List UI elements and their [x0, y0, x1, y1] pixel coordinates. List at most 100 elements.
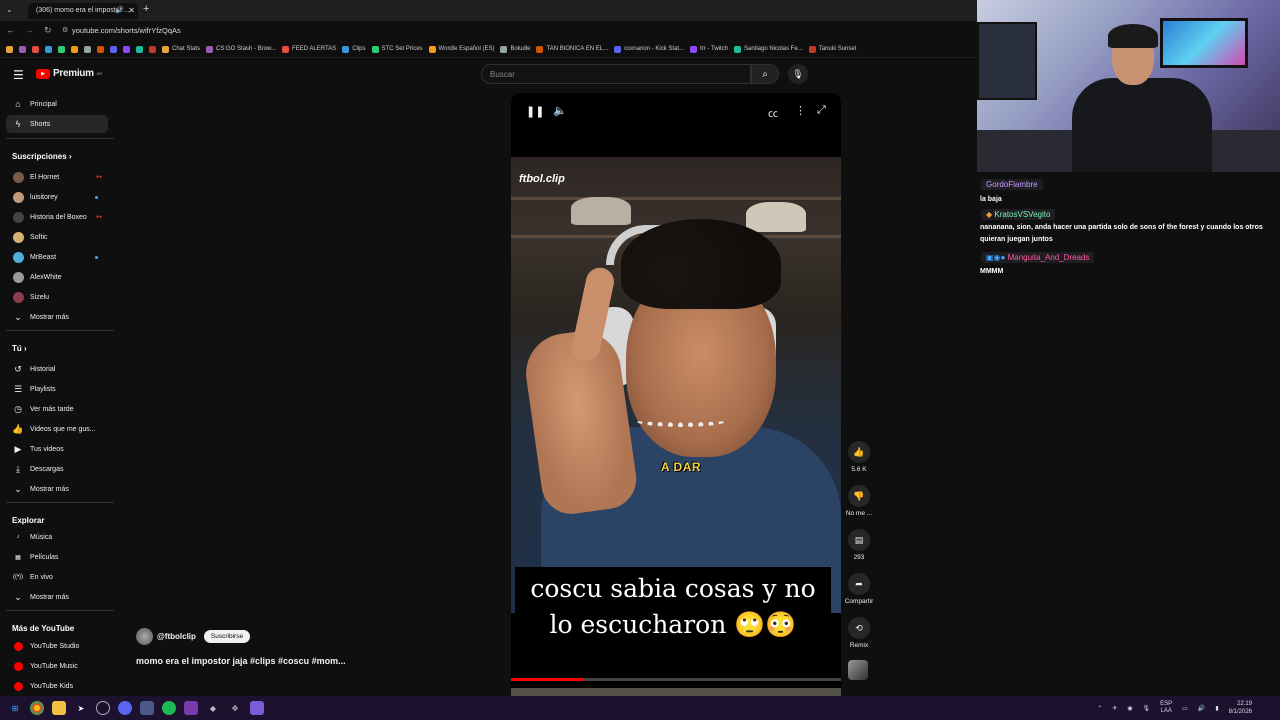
sidebar-item[interactable]: Softic — [6, 228, 108, 246]
sidebar-item[interactable]: Historia del Boxeo ●● — [6, 208, 108, 226]
app-icon[interactable]: ◆ — [206, 701, 220, 715]
spotify-icon[interactable] — [162, 701, 176, 715]
obs-icon[interactable] — [96, 701, 110, 715]
bookmark-icon[interactable] — [110, 45, 117, 53]
sidebar-item[interactable]: ⌄ Mostrar más — [6, 308, 108, 326]
short-video-player[interactable]: ❚❚ 🔈 ㏄ ⋮ ⤢ ftbol.clip A DAR coscu sabia … — [511, 93, 841, 696]
sidebar-item[interactable]: ⌂ Principal — [6, 95, 108, 113]
url-field[interactable]: youtube.com/shorts/wifrYfzQqAs — [72, 26, 181, 35]
bookmark-item[interactable]: coxnanon - Kick Stat... — [614, 45, 684, 53]
sidebar-item[interactable]: ⌄ Mostrar más — [6, 588, 108, 606]
subscribe-button[interactable]: Suscribirse — [203, 630, 251, 643]
bookmark-icon[interactable] — [45, 45, 52, 53]
volume-icon[interactable]: 🔈 — [553, 104, 567, 117]
search-input[interactable]: Buscar — [481, 64, 751, 84]
bookmark-icon[interactable] — [6, 45, 13, 53]
bookmark-item[interactable]: Chat Stats — [162, 45, 200, 53]
bookmark-icon[interactable] — [32, 45, 39, 53]
short-title[interactable]: momo era el impostor jaja #clips #coscu … — [136, 656, 346, 666]
bookmark-item[interactable]: Boludle — [500, 45, 530, 53]
back-icon[interactable]: ← — [6, 25, 15, 35]
bookmark-icon[interactable] — [58, 45, 65, 53]
browser-tab[interactable]: (306) momo era el impostor ... 🔊 ✕ — [28, 3, 138, 19]
sidebar-item[interactable]: ☰ Playlists — [6, 380, 108, 398]
tab-list-icon[interactable]: ⌄ — [6, 5, 13, 14]
forward-icon[interactable]: → — [25, 25, 34, 35]
sidebar-item[interactable]: ⌄ Mostrar más — [6, 480, 108, 498]
sidebar-item[interactable]: ♪ Música — [6, 528, 108, 546]
sidebar-item[interactable]: ⤓ Descargas — [6, 460, 108, 478]
gamepad-icon[interactable]: ✥ — [228, 701, 242, 715]
search-button[interactable]: ⌕ — [751, 64, 779, 84]
sidebar-item[interactable]: luisitorey — [6, 188, 108, 206]
chrome-icon[interactable] — [30, 701, 44, 715]
app-icon[interactable]: ➤ — [74, 701, 88, 715]
close-tab-icon[interactable]: ✕ — [128, 3, 135, 19]
channel-avatar[interactable] — [136, 628, 153, 645]
sidebar-item[interactable]: ↺ Historial — [6, 360, 108, 378]
pause-icon[interactable]: ❚❚ — [526, 105, 544, 118]
bookmark-icon[interactable] — [84, 45, 91, 53]
fullscreen-icon[interactable]: ⤢ — [817, 104, 826, 117]
volume-tray-icon[interactable]: 🔊 — [1198, 705, 1205, 712]
tray-arrow-icon[interactable]: ⌃ — [1097, 705, 1102, 712]
sidebar-item[interactable]: 👍 Videos que me gus... — [6, 420, 108, 438]
bookmark-item[interactable]: trr - Twitch — [690, 45, 728, 53]
bookmark-icon[interactable] — [97, 45, 104, 53]
bookmark-icon[interactable] — [136, 45, 143, 53]
bookmark-item[interactable]: TAN BIONICA EN EL... — [536, 45, 608, 53]
sidebar-item[interactable]: El Hornet ●● — [6, 168, 108, 186]
remix-button[interactable]: ⟲ Remix — [842, 617, 876, 649]
more-youtube-header[interactable]: Más de YouTube — [12, 624, 74, 633]
bookmark-icon[interactable] — [149, 45, 156, 53]
tray-app-icon[interactable]: ◉ — [1127, 705, 1132, 712]
comment-button[interactable]: ▤ 293 — [842, 529, 876, 561]
chat-username[interactable]: GordoFlambre — [981, 179, 1043, 190]
sidebar-item[interactable]: YouTube Kids — [6, 677, 108, 695]
bookmark-item[interactable]: CS:GO Stash - Brow... — [206, 45, 276, 53]
bookmark-item[interactable]: Clips — [342, 45, 366, 53]
network-icon[interactable]: ▭ — [1182, 705, 1188, 712]
sidebar-item[interactable]: ϟ Shorts — [6, 115, 108, 133]
site-info-icon[interactable]: ⚙ — [62, 26, 68, 34]
sidebar-item[interactable]: YouTube Studio — [6, 637, 108, 655]
sidebar-item[interactable]: MrBeast — [6, 248, 108, 266]
sidebar-item[interactable]: ▶ Tus videos — [6, 440, 108, 458]
sound-thumbnail[interactable] — [848, 660, 868, 680]
tray-app-icon[interactable]: ✈ — [1112, 705, 1117, 712]
bookmark-item[interactable]: Santiago Nicolas Fe... — [733, 45, 803, 53]
sidebar-item[interactable]: YouTube Music — [6, 657, 108, 675]
subscriptions-header[interactable]: Suscripciones › — [12, 152, 72, 161]
battery-icon[interactable]: ▮ — [1215, 705, 1218, 712]
sidebar-item[interactable]: AlexWhite — [6, 268, 108, 286]
windows-start-icon[interactable]: ⊞ — [8, 701, 22, 715]
bookmark-item[interactable]: Tanuki Sunset — [808, 45, 856, 53]
reload-icon[interactable]: ↻ — [44, 25, 52, 36]
tray-mic-icon[interactable]: 🎙 — [1143, 705, 1151, 712]
share-button[interactable]: ➦ Compartir — [842, 573, 876, 605]
app-icon[interactable] — [184, 701, 198, 715]
app-icon[interactable] — [140, 701, 154, 715]
voice-search-button[interactable]: 🎙 — [788, 64, 808, 84]
new-tab-icon[interactable]: + — [143, 3, 149, 15]
chat-username[interactable]: ▣◉● Manguita_And_Dreads — [981, 252, 1095, 263]
folder-icon[interactable] — [52, 701, 66, 715]
captions-icon[interactable]: ㏄ — [768, 105, 778, 120]
bookmark-item[interactable]: FEED ALERTAS — [282, 45, 336, 53]
explore-header[interactable]: Explorar — [12, 516, 44, 525]
thumbs-up-button[interactable]: 👍 5.6 K — [842, 441, 876, 473]
bookmark-icon[interactable] — [19, 45, 26, 53]
clock[interactable]: 22:19 8/1/2026 — [1229, 700, 1252, 716]
bookmark-icon[interactable] — [123, 45, 130, 53]
chat-username[interactable]: ◆ KratosVSVegito — [981, 209, 1056, 220]
channel-name[interactable]: @ftbolclip — [157, 632, 196, 641]
bookmark-item[interactable]: Wordle Español (ES) — [428, 45, 494, 53]
app-icon[interactable] — [250, 701, 264, 715]
thumbs-down-button[interactable]: 👎 No me ... — [842, 485, 876, 517]
more-options-icon[interactable]: ⋮ — [795, 104, 806, 117]
discord-icon[interactable] — [118, 701, 132, 715]
sidebar-item[interactable]: Sizelu — [6, 288, 108, 306]
bookmark-item[interactable]: STC Set Prices — [371, 45, 423, 53]
sidebar-item[interactable]: ((•)) En vivo — [6, 568, 108, 586]
sidebar-item[interactable]: ◷ Ver más tarde — [6, 400, 108, 418]
